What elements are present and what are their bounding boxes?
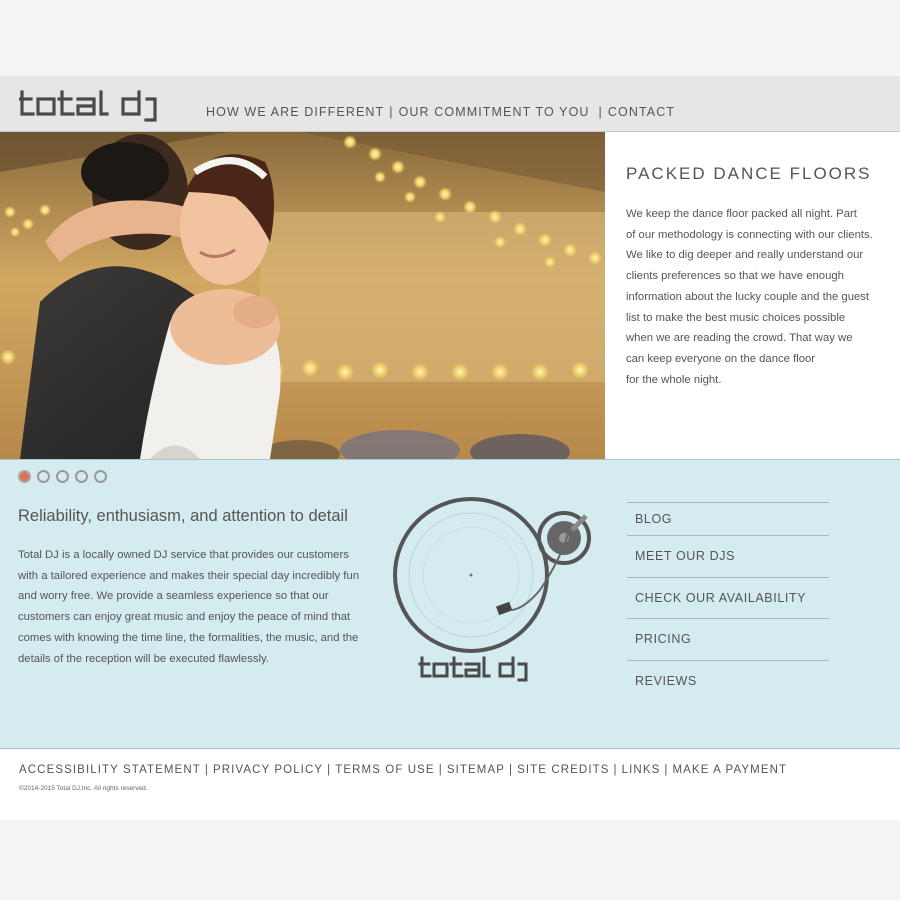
nav-how-we-are-different[interactable]: HOW WE ARE DIFFERENT <box>206 105 384 119</box>
quick-link-pricing[interactable]: PRICING <box>627 618 829 660</box>
slider-dot-5[interactable] <box>94 470 107 483</box>
turntable-logo-icon <box>393 497 591 682</box>
slider-dot-2[interactable] <box>37 470 50 483</box>
feature-line: clients preferences so that we have enou… <box>626 270 844 283</box>
slider-dot-3[interactable] <box>56 470 69 483</box>
copyright: ©2014-2015 Total DJ,Inc. All rights rese… <box>19 785 148 792</box>
footer-link-accessibility[interactable]: ACCESSIBILITY STATEMENT <box>19 764 201 776</box>
footer-link-sitemap[interactable]: SITEMAP <box>447 764 505 776</box>
about-tagline: Reliability, enthusiasm, and attention t… <box>18 507 348 525</box>
wedding-dance-photo <box>0 132 605 459</box>
site-footer: ACCESSIBILITY STATEMENT | PRIVACY POLICY | T… <box>0 750 900 820</box>
nav-contact[interactable]: CONTACT <box>608 105 675 119</box>
about-line: details of the reception will be execute… <box>18 652 269 665</box>
feature-line: information about the lucky couple and t… <box>626 290 870 303</box>
hero-photo <box>0 132 605 459</box>
nav-separator: | <box>389 105 394 119</box>
footer-separator: | <box>438 764 443 776</box>
footer-link-make-payment[interactable]: MAKE A PAYMENT <box>672 764 787 776</box>
feature-line: when we are reading the crowd. That way … <box>626 332 853 345</box>
feature-line: of our methodology is connecting with ou… <box>626 228 873 241</box>
quick-link-check-availability[interactable]: CHECK OUR AVAILABILITY <box>627 576 829 619</box>
feature-line: list to make the best music choices poss… <box>626 311 846 324</box>
footer-link-links[interactable]: LINKS <box>622 764 661 776</box>
feature-body: We keep the dance floor packed all night… <box>626 204 888 390</box>
slider-dots <box>18 470 107 484</box>
about-line: comes with knowing the time line, the fo… <box>18 631 359 644</box>
footer-link-site-credits[interactable]: SITE CREDITS <box>517 764 609 776</box>
footer-separator: | <box>204 764 209 776</box>
site-header: HOW WE ARE DIFFERENT | OUR COMMITMENT TO Y… <box>0 76 900 132</box>
nav-our-commitment[interactable]: OUR COMMITMENT TO YOU <box>399 105 590 119</box>
footer-separator: | <box>509 764 514 776</box>
footer-link-terms[interactable]: TERMS OF USE <box>335 764 434 776</box>
feature-panel: PACKED DANCE FLOORS We keep the dance fl… <box>605 132 900 459</box>
quick-link-reviews[interactable]: REVIEWS <box>627 659 829 702</box>
footer-separator: | <box>327 764 332 776</box>
about-line: customers can enjoy great music and enjo… <box>18 611 351 624</box>
slider-dot-4[interactable] <box>75 470 88 483</box>
quick-link-meet-our-djs[interactable]: MEET OUR DJS <box>627 535 829 577</box>
total-dj-logo[interactable] <box>19 90 171 122</box>
quick-links: BLOG MEET OUR DJS CHECK OUR AVAILABILITY… <box>627 502 829 701</box>
about-section: Reliability, enthusiasm, and attention t… <box>0 459 900 749</box>
feature-line: We like to dig deeper and really underst… <box>626 249 864 262</box>
feature-line: can keep everyone on the dance floor <box>626 352 816 365</box>
footer-link-privacy[interactable]: PRIVACY POLICY <box>213 764 323 776</box>
footer-separator: | <box>664 764 669 776</box>
about-line: Total DJ is a locally owned DJ service t… <box>18 549 349 561</box>
main-nav: HOW WE ARE DIFFERENT | OUR COMMITMENT TO Y… <box>206 105 675 119</box>
about-body: Total DJ is a locally owned DJ service t… <box>18 545 368 669</box>
about-line: and worry free. We provide a seamless ex… <box>18 590 329 603</box>
slider-dot-1[interactable] <box>18 470 31 483</box>
feature-line: for the whole night. <box>626 373 722 386</box>
quick-link-blog[interactable]: BLOG <box>627 502 829 535</box>
feature-line: We keep the dance floor packed all night… <box>626 208 857 220</box>
footer-links: ACCESSIBILITY STATEMENT | PRIVACY POLICY | T… <box>19 764 787 776</box>
nav-separator: | <box>598 105 603 119</box>
feature-title: PACKED DANCE FLOORS <box>626 164 872 183</box>
footer-separator: | <box>613 764 618 776</box>
about-line: with a tailored experience and makes the… <box>18 569 359 582</box>
